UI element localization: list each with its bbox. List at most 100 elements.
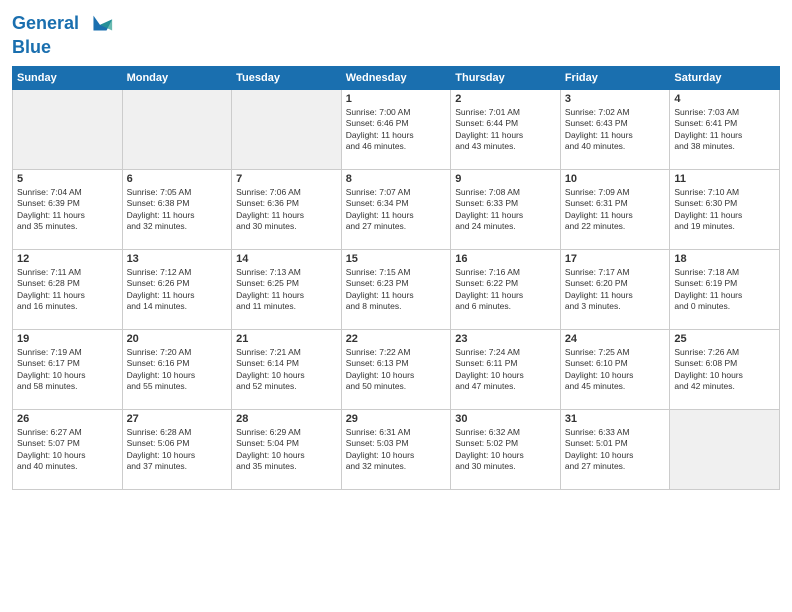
calendar-cell: 27 Sunrise: 6:28 AM Sunset: 5:06 PM Dayli… bbox=[122, 409, 232, 489]
weekday-header: Monday bbox=[122, 66, 232, 89]
day-info: Sunrise: 7:07 AM Sunset: 6:34 PM Dayligh… bbox=[346, 187, 447, 233]
weekday-header: Saturday bbox=[670, 66, 780, 89]
calendar-cell: 8 Sunrise: 7:07 AM Sunset: 6:34 PM Daylig… bbox=[341, 169, 451, 249]
day-number: 7 bbox=[236, 173, 337, 185]
day-number: 11 bbox=[674, 173, 775, 185]
day-number: 16 bbox=[455, 253, 556, 265]
day-number: 29 bbox=[346, 413, 447, 425]
calendar-cell: 25 Sunrise: 7:26 AM Sunset: 6:08 PM Dayli… bbox=[670, 329, 780, 409]
calendar-cell: 7Sunrise: 7:06 AM Sunset: 6:36 PM Daylig… bbox=[232, 169, 342, 249]
logo: General Blue bbox=[12, 10, 114, 58]
day-info: Sunrise: 6:31 AM Sunset: 5:03 PM Dayligh… bbox=[346, 427, 447, 473]
day-info: Sunrise: 7:15 AM Sunset: 6:23 PM Dayligh… bbox=[346, 267, 447, 313]
day-info: Sunrise: 7:03 AM Sunset: 6:41 PM Dayligh… bbox=[674, 107, 775, 153]
calendar-week-row: 26Sunrise: 6:27 AM Sunset: 5:07 PM Dayli… bbox=[13, 409, 780, 489]
day-info: Sunrise: 7:10 AM Sunset: 6:30 PM Dayligh… bbox=[674, 187, 775, 233]
calendar-cell: 2Sunrise: 7:01 AM Sunset: 6:44 PM Daylig… bbox=[451, 89, 561, 169]
calendar-cell bbox=[13, 89, 123, 169]
day-number: 4 bbox=[674, 93, 775, 105]
day-info: Sunrise: 7:09 AM Sunset: 6:31 PM Dayligh… bbox=[565, 187, 666, 233]
day-info: Sunrise: 7:01 AM Sunset: 6:44 PM Dayligh… bbox=[455, 107, 556, 153]
calendar-cell: 16Sunrise: 7:16 AM Sunset: 6:22 PM Dayli… bbox=[451, 249, 561, 329]
day-number: 3 bbox=[565, 93, 666, 105]
calendar-week-row: 1Sunrise: 7:00 AM Sunset: 6:46 PM Daylig… bbox=[13, 89, 780, 169]
weekday-header: Sunday bbox=[13, 66, 123, 89]
calendar-cell: 15 Sunrise: 7:15 AM Sunset: 6:23 PM Dayli… bbox=[341, 249, 451, 329]
calendar-cell bbox=[670, 409, 780, 489]
day-number: 5 bbox=[17, 173, 118, 185]
day-info: Sunrise: 7:20 AM Sunset: 6:16 PM Dayligh… bbox=[127, 347, 228, 393]
day-number: 25 bbox=[674, 333, 775, 345]
calendar-cell: 12 Sunrise: 7:11 AM Sunset: 6:28 PM Dayli… bbox=[13, 249, 123, 329]
calendar-cell: 26Sunrise: 6:27 AM Sunset: 5:07 PM Dayli… bbox=[13, 409, 123, 489]
day-number: 13 bbox=[127, 253, 228, 265]
day-number: 24 bbox=[565, 333, 666, 345]
calendar-container: General Blue SundayMondayTuesdayWednesda… bbox=[0, 0, 792, 612]
day-info: Sunrise: 7:26 AM Sunset: 6:08 PM Dayligh… bbox=[674, 347, 775, 393]
calendar-table: SundayMondayTuesdayWednesdayThursdayFrid… bbox=[12, 66, 780, 490]
day-number: 18 bbox=[674, 253, 775, 265]
calendar-cell: 28 Sunrise: 6:29 AM Sunset: 5:04 PM Dayli… bbox=[232, 409, 342, 489]
calendar-cell: 3 Sunrise: 7:02 AM Sunset: 6:43 PM Daylig… bbox=[560, 89, 670, 169]
day-number: 15 bbox=[346, 253, 447, 265]
day-number: 19 bbox=[17, 333, 118, 345]
day-info: Sunrise: 6:28 AM Sunset: 5:06 PM Dayligh… bbox=[127, 427, 228, 473]
day-number: 12 bbox=[17, 253, 118, 265]
day-number: 23 bbox=[455, 333, 556, 345]
day-info: Sunrise: 7:02 AM Sunset: 6:43 PM Dayligh… bbox=[565, 107, 666, 153]
calendar-cell: 19 Sunrise: 7:19 AM Sunset: 6:17 PM Dayli… bbox=[13, 329, 123, 409]
day-info: Sunrise: 7:11 AM Sunset: 6:28 PM Dayligh… bbox=[17, 267, 118, 313]
calendar-cell: 5Sunrise: 7:04 AM Sunset: 6:39 PM Daylig… bbox=[13, 169, 123, 249]
calendar-cell: 21 Sunrise: 7:21 AM Sunset: 6:14 PM Dayli… bbox=[232, 329, 342, 409]
day-number: 8 bbox=[346, 173, 447, 185]
day-info: Sunrise: 7:13 AM Sunset: 6:25 PM Dayligh… bbox=[236, 267, 337, 313]
calendar-cell: 30 Sunrise: 6:32 AM Sunset: 5:02 PM Dayli… bbox=[451, 409, 561, 489]
day-number: 9 bbox=[455, 173, 556, 185]
day-info: Sunrise: 6:27 AM Sunset: 5:07 PM Dayligh… bbox=[17, 427, 118, 473]
weekday-header: Thursday bbox=[451, 66, 561, 89]
day-number: 21 bbox=[236, 333, 337, 345]
calendar-cell: 29 Sunrise: 6:31 AM Sunset: 5:03 PM Dayli… bbox=[341, 409, 451, 489]
day-number: 31 bbox=[565, 413, 666, 425]
calendar-cell: 6 Sunrise: 7:05 AM Sunset: 6:38 PM Daylig… bbox=[122, 169, 232, 249]
day-info: Sunrise: 7:21 AM Sunset: 6:14 PM Dayligh… bbox=[236, 347, 337, 393]
header: General Blue bbox=[12, 10, 780, 58]
calendar-cell: 4 Sunrise: 7:03 AM Sunset: 6:41 PM Daylig… bbox=[670, 89, 780, 169]
day-number: 30 bbox=[455, 413, 556, 425]
day-info: Sunrise: 7:25 AM Sunset: 6:10 PM Dayligh… bbox=[565, 347, 666, 393]
day-info: Sunrise: 6:33 AM Sunset: 5:01 PM Dayligh… bbox=[565, 427, 666, 473]
day-number: 6 bbox=[127, 173, 228, 185]
day-number: 27 bbox=[127, 413, 228, 425]
day-info: Sunrise: 7:08 AM Sunset: 6:33 PM Dayligh… bbox=[455, 187, 556, 233]
weekday-header: Friday bbox=[560, 66, 670, 89]
calendar-cell: 14 Sunrise: 7:13 AM Sunset: 6:25 PM Dayli… bbox=[232, 249, 342, 329]
calendar-cell: 31 Sunrise: 6:33 AM Sunset: 5:01 PM Dayli… bbox=[560, 409, 670, 489]
day-info: Sunrise: 6:29 AM Sunset: 5:04 PM Dayligh… bbox=[236, 427, 337, 473]
day-info: Sunrise: 7:17 AM Sunset: 6:20 PM Dayligh… bbox=[565, 267, 666, 313]
day-info: Sunrise: 7:05 AM Sunset: 6:38 PM Dayligh… bbox=[127, 187, 228, 233]
day-info: Sunrise: 7:22 AM Sunset: 6:13 PM Dayligh… bbox=[346, 347, 447, 393]
calendar-cell: 22Sunrise: 7:22 AM Sunset: 6:13 PM Dayli… bbox=[341, 329, 451, 409]
day-info: Sunrise: 7:19 AM Sunset: 6:17 PM Dayligh… bbox=[17, 347, 118, 393]
calendar-cell: 1Sunrise: 7:00 AM Sunset: 6:46 PM Daylig… bbox=[341, 89, 451, 169]
calendar-cell: 11 Sunrise: 7:10 AM Sunset: 6:30 PM Dayli… bbox=[670, 169, 780, 249]
day-number: 14 bbox=[236, 253, 337, 265]
calendar-cell: 13 Sunrise: 7:12 AM Sunset: 6:26 PM Dayli… bbox=[122, 249, 232, 329]
calendar-cell: 9 Sunrise: 7:08 AM Sunset: 6:33 PM Daylig… bbox=[451, 169, 561, 249]
calendar-cell bbox=[122, 89, 232, 169]
calendar-cell bbox=[232, 89, 342, 169]
day-number: 28 bbox=[236, 413, 337, 425]
calendar-cell: 17 Sunrise: 7:17 AM Sunset: 6:20 PM Dayli… bbox=[560, 249, 670, 329]
day-number: 17 bbox=[565, 253, 666, 265]
logo-text: General bbox=[12, 10, 114, 38]
day-info: Sunrise: 6:32 AM Sunset: 5:02 PM Dayligh… bbox=[455, 427, 556, 473]
day-number: 1 bbox=[346, 93, 447, 105]
day-info: Sunrise: 7:12 AM Sunset: 6:26 PM Dayligh… bbox=[127, 267, 228, 313]
calendar-cell: 10Sunrise: 7:09 AM Sunset: 6:31 PM Dayli… bbox=[560, 169, 670, 249]
calendar-cell: 23Sunrise: 7:24 AM Sunset: 6:11 PM Dayli… bbox=[451, 329, 561, 409]
weekday-header: Tuesday bbox=[232, 66, 342, 89]
calendar-week-row: 19 Sunrise: 7:19 AM Sunset: 6:17 PM Dayli… bbox=[13, 329, 780, 409]
weekday-header-row: SundayMondayTuesdayWednesdayThursdayFrid… bbox=[13, 66, 780, 89]
weekday-header: Wednesday bbox=[341, 66, 451, 89]
calendar-cell: 18Sunrise: 7:18 AM Sunset: 6:19 PM Dayli… bbox=[670, 249, 780, 329]
